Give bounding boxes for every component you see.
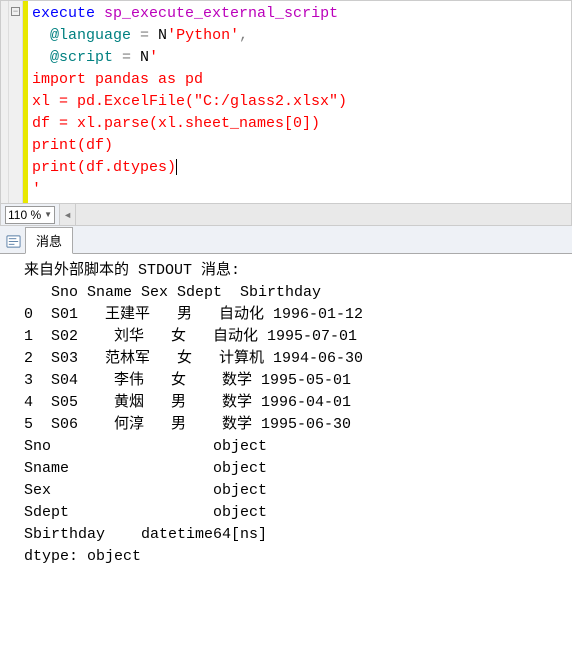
tab-label: 消息 <box>36 234 62 249</box>
zoom-bar: 110 % ▼ ◄ <box>0 204 572 226</box>
py-line-2: xl = pd.ExcelFile("C:/glass2.xlsx") <box>32 93 347 110</box>
comma: , <box>239 27 248 44</box>
fold-gutter: − <box>9 1 23 203</box>
kw-execute: execute <box>32 5 95 22</box>
op-eq2: = <box>113 49 140 66</box>
py-line-4: print(df) <box>32 137 113 154</box>
tab-messages[interactable]: 消息 <box>25 227 73 254</box>
horizontal-scrollbar[interactable]: ◄ <box>59 204 571 225</box>
dtype-line: dtype: object <box>24 548 141 565</box>
stdout-header: 来自外部脚本的 STDOUT 消息: <box>24 262 240 279</box>
py-line-3: df = xl.parse(xl.sheet_names[0]) <box>32 115 320 132</box>
lit-python: 'Python' <box>167 27 239 44</box>
dtype-line: Sex object <box>24 482 267 499</box>
dtype-line: Sdept object <box>24 504 267 521</box>
df-row: 2 S03 范林军 女 计算机 1994-06-30 <box>24 350 363 367</box>
results-tab-strip: 消息 <box>0 226 572 254</box>
lit-n1: N <box>158 27 167 44</box>
gutter-margin <box>1 1 9 203</box>
open-quote: ' <box>149 49 158 66</box>
code-text-area[interactable]: execute sp_execute_external_script @lang… <box>28 1 571 203</box>
text-cursor <box>176 159 177 175</box>
param-script: @script <box>50 49 113 66</box>
dtype-line: Sbirthday datetime64[ns] <box>24 526 267 543</box>
lit-n2: N <box>140 49 149 66</box>
zoom-value: 110 % <box>8 208 41 222</box>
dtype-line: Sname object <box>24 460 267 477</box>
df-row: 3 S04 李伟 女 数学 1995-05-01 <box>24 372 351 389</box>
py-line-1: import pandas as pd <box>32 71 203 88</box>
messages-output[interactable]: 来自外部脚本的 STDOUT 消息: Sno Sname Sex Sdept S… <box>0 254 572 578</box>
op-eq1: = <box>131 27 158 44</box>
fold-toggle-icon[interactable]: − <box>11 7 20 16</box>
close-quote: ' <box>32 181 41 198</box>
df-row: 1 S02 刘华 女 自动化 1995-07-01 <box>24 328 357 345</box>
dtype-line: Sno object <box>24 438 267 455</box>
df-row: 0 S01 王建平 男 自动化 1996-01-12 <box>24 306 363 323</box>
scroll-left-icon[interactable]: ◄ <box>60 204 76 225</box>
df-row: 5 S06 何淳 男 数学 1995-06-30 <box>24 416 351 433</box>
df-columns: Sno Sname Sex Sdept Sbirthday <box>24 284 321 301</box>
py-line-5: print(df.dtypes) <box>32 159 176 176</box>
zoom-dropdown[interactable]: 110 % ▼ <box>5 206 55 224</box>
proc-name: sp_execute_external_script <box>104 5 338 22</box>
chevron-down-icon: ▼ <box>44 210 52 219</box>
code-editor: − execute sp_execute_external_script @la… <box>0 0 572 204</box>
param-language: @language <box>50 27 131 44</box>
messages-icon <box>6 234 21 249</box>
df-row: 4 S05 黄烟 男 数学 1996-04-01 <box>24 394 351 411</box>
